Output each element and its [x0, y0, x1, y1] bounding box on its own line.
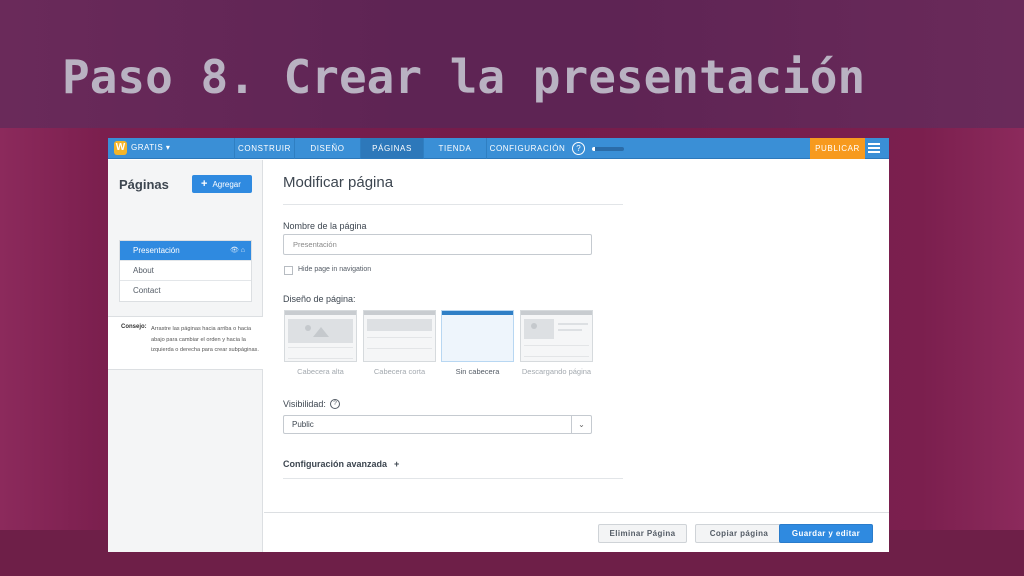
publish-button[interactable]: PUBLICAR [810, 138, 865, 159]
add-page-label: Agregar [212, 180, 241, 189]
layout-caption: Descargando página [521, 367, 592, 376]
plus-icon: + [201, 178, 208, 190]
page-item-label: Presentación [133, 246, 180, 255]
app-screenshot: W GRATIS ▾ CONSTRUIR DISEÑO PÁGINAS TIEN… [108, 138, 889, 552]
main-nav: CONSTRUIR DISEÑO PÁGINAS TIENDA CONFIGUR… [234, 138, 568, 159]
help-icon[interactable]: ? [572, 142, 585, 155]
layout-caption: Sin cabecera [455, 367, 500, 376]
hide-page-checkbox[interactable] [284, 266, 293, 275]
page-item-presentacion[interactable]: Presentación 👁 ⌂ [120, 241, 251, 261]
weebly-logo-icon[interactable]: W [114, 141, 127, 155]
sidebar-title: Páginas [119, 177, 169, 192]
no-header-thumbnail [441, 310, 514, 362]
layout-option-landing[interactable]: Descargando página [520, 310, 593, 377]
page-item-contact[interactable]: Contact [120, 281, 251, 301]
layout-option-no-header[interactable]: Sin cabecera [441, 310, 514, 377]
hide-page-label: Hide page in navigation [298, 266, 372, 273]
page-item-about[interactable]: About [120, 261, 251, 281]
save-and-edit-button[interactable]: Guardar y editar [779, 524, 873, 543]
tip-box: Consejo: Arrastre las páginas hacia arri… [108, 316, 263, 370]
divider [283, 478, 623, 479]
tall-header-thumbnail [284, 310, 357, 362]
progress-fill [592, 147, 596, 151]
action-footer: Eliminar Página Copiar página Guardar y … [264, 512, 889, 552]
page-name-input[interactable]: Presentación [283, 234, 592, 255]
copy-page-button[interactable]: Copiar página [695, 524, 783, 543]
tab-diseno[interactable]: DISEÑO [294, 138, 360, 159]
slide-title: Paso 8. Crear la presentación [62, 50, 866, 104]
divider [283, 204, 623, 205]
edit-page-heading: Modificar página [283, 174, 394, 191]
layout-caption: Cabecera alta [297, 367, 344, 376]
tab-tienda[interactable]: TIENDA [423, 138, 486, 159]
plus-icon: + [394, 459, 400, 469]
tip-label: Consejo: [121, 324, 147, 330]
chevron-down-icon[interactable]: ⌄ [571, 416, 591, 433]
add-page-button[interactable]: + Agregar [192, 175, 252, 193]
layout-option-tall-header[interactable]: Cabecera alta [284, 310, 357, 377]
visibility-value: Public [292, 420, 314, 429]
layout-caption: Cabecera corta [373, 367, 426, 376]
page-name-label: Nombre de la página [283, 221, 367, 231]
visibility-select[interactable]: Public ⌄ [283, 415, 592, 434]
tab-construir[interactable]: CONSTRUIR [234, 138, 294, 159]
progress-bar [592, 147, 624, 151]
tip-text: Arrastre las páginas hacia arriba o haci… [151, 326, 259, 353]
short-header-thumbnail [363, 310, 436, 362]
advanced-settings-toggle[interactable]: Configuración avanzada + [283, 459, 399, 469]
visibility-help-icon[interactable]: ? [330, 399, 340, 409]
plan-dropdown[interactable]: GRATIS ▾ [131, 143, 170, 152]
advanced-settings-label: Configuración avanzada [283, 459, 388, 469]
visibility-label: Visibilidad: [283, 399, 326, 409]
layout-label: Diseño de página: [283, 294, 356, 304]
pages-sidebar: Páginas + Agregar Presentación 👁 ⌂ About … [108, 160, 263, 552]
landing-thumbnail [520, 310, 593, 362]
layout-option-short-header[interactable]: Cabecera corta [363, 310, 436, 377]
page-visibility-home-icons[interactable]: 👁 ⌂ [230, 241, 245, 261]
tab-configuracion[interactable]: CONFIGURACIÓN [486, 138, 568, 159]
tab-paginas[interactable]: PÁGINAS [360, 138, 423, 159]
page-list: Presentación 👁 ⌂ About Contact [119, 240, 252, 302]
top-navigation-bar: W GRATIS ▾ CONSTRUIR DISEÑO PÁGINAS TIEN… [108, 138, 889, 159]
delete-page-button[interactable]: Eliminar Página [598, 524, 687, 543]
hamburger-menu-icon[interactable] [868, 143, 880, 154]
